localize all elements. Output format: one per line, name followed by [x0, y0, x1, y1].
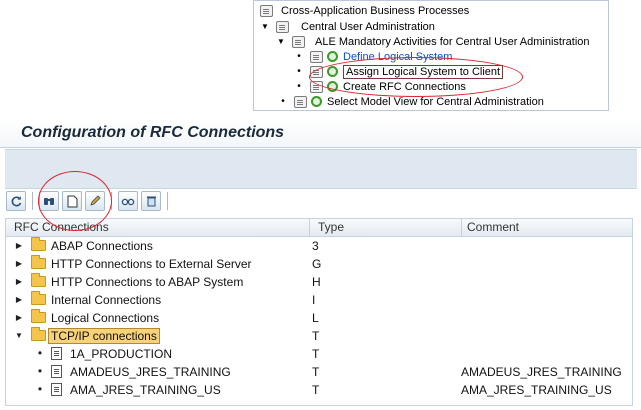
- bullet-icon: •: [37, 364, 43, 378]
- toolbar-separator: [32, 192, 33, 210]
- delete-icon[interactable]: [141, 191, 161, 211]
- tree-node-central-user-admin[interactable]: ▼ Central User Administration: [260, 19, 435, 34]
- folder-icon: [31, 255, 46, 269]
- refresh-icon[interactable]: [6, 191, 26, 211]
- expand-arrow-icon[interactable]: ▶: [14, 277, 24, 286]
- table-row[interactable]: ▶ Internal Connections I: [6, 291, 632, 309]
- documentation-icon[interactable]: [260, 4, 273, 17]
- documentation-icon[interactable]: [292, 35, 305, 48]
- column-divider[interactable]: [461, 219, 462, 236]
- folder-icon: [31, 273, 46, 287]
- expand-arrow-icon[interactable]: ▶: [14, 259, 24, 268]
- document-icon: [51, 383, 62, 396]
- tree-node-cross-application[interactable]: Cross-Application Business Processes: [260, 3, 469, 18]
- connection-type: H: [312, 275, 321, 289]
- collapse-arrow-icon[interactable]: ▼: [260, 22, 270, 31]
- page-title: Configuration of RFC Connections: [21, 124, 285, 141]
- table-row[interactable]: • AMADEUS_JRES_TRAINING T AMADEUS_JRES_T…: [6, 363, 632, 381]
- rfc-connections-tree: RFC Connections Type Comment ▶ ABAP Conn…: [5, 218, 633, 406]
- bullet-icon: •: [37, 346, 43, 360]
- column-header-comment[interactable]: Comment: [467, 220, 519, 235]
- expand-arrow-icon[interactable]: ▶: [14, 313, 24, 322]
- collapse-arrow-icon[interactable]: ▼: [14, 331, 24, 340]
- connection-name[interactable]: AMA_JRES_TRAINING_US: [70, 383, 221, 397]
- collapse-arrow-icon[interactable]: ▼: [276, 37, 286, 46]
- bullet-icon: •: [297, 66, 301, 77]
- expand-arrow-icon[interactable]: ▶: [14, 241, 24, 250]
- tree-node-label: Cross-Application Business Processes: [281, 4, 470, 17]
- column-header-type[interactable]: Type: [318, 220, 344, 235]
- tree-node-ale-mandatory[interactable]: ▼ ALE Mandatory Activities for Central U…: [276, 34, 590, 49]
- expand-arrow-icon[interactable]: ▶: [14, 295, 24, 304]
- bullet-icon: •: [297, 81, 301, 92]
- folder-icon: [31, 291, 46, 305]
- connection-comment: AMADEUS_JRES_TRAINING: [461, 365, 622, 379]
- connection-name[interactable]: ABAP Connections: [51, 239, 153, 253]
- connection-name[interactable]: TCP/IP connections: [48, 328, 160, 344]
- tree-node-label: Central User Administration: [301, 20, 435, 33]
- title-bar: Configuration of RFC Connections: [0, 119, 641, 147]
- tree-node-label: ALE Mandatory Activities for Central Use…: [315, 35, 590, 48]
- table-row[interactable]: • 1A_PRODUCTION T: [6, 345, 632, 363]
- document-icon: [51, 365, 62, 378]
- column-divider[interactable]: [309, 219, 310, 236]
- folder-icon: [31, 237, 46, 251]
- tree-node-label[interactable]: Select Model View for Central Administra…: [327, 96, 544, 108]
- table-row[interactable]: ▶ HTTP Connections to ABAP System H: [6, 273, 632, 291]
- document-icon: [51, 347, 62, 360]
- table-row[interactable]: ▶ Logical Connections L: [6, 309, 632, 327]
- table-row[interactable]: ▶ ABAP Connections 3: [6, 237, 632, 255]
- connection-type: I: [312, 293, 316, 307]
- connection-type: T: [312, 329, 320, 343]
- display-icon[interactable]: [118, 191, 138, 211]
- connection-name[interactable]: Internal Connections: [51, 293, 161, 307]
- table-row-selected[interactable]: ▼ TCP/IP connections T: [6, 327, 632, 345]
- table-row[interactable]: ▶ HTTP Connections to External Server G: [6, 255, 632, 273]
- execute-activity-icon[interactable]: [311, 96, 322, 107]
- connection-type: 3: [312, 239, 319, 253]
- connection-comment: AMA_JRES_TRAINING_US: [461, 383, 612, 397]
- bullet-icon: •: [297, 51, 301, 62]
- open-folder-icon: [31, 327, 46, 341]
- toolbar-separator: [167, 192, 168, 210]
- folder-icon: [31, 309, 46, 323]
- documentation-icon[interactable]: [294, 95, 307, 108]
- connection-name[interactable]: Logical Connections: [51, 311, 159, 325]
- documentation-icon[interactable]: [310, 50, 323, 63]
- execute-activity-icon[interactable]: [327, 51, 338, 62]
- connection-name[interactable]: 1A_PRODUCTION: [70, 347, 172, 361]
- connection-type: L: [312, 311, 319, 325]
- annotation-circle: [38, 171, 112, 231]
- annotation-ellipse: [309, 57, 523, 97]
- bullet-icon: •: [37, 382, 43, 396]
- connection-name[interactable]: HTTP Connections to ABAP System: [51, 275, 243, 289]
- connection-type: T: [312, 347, 320, 361]
- title-divider: [0, 147, 641, 148]
- connection-name[interactable]: HTTP Connections to External Server: [51, 257, 252, 271]
- documentation-icon[interactable]: [276, 20, 289, 33]
- connection-type: T: [312, 383, 320, 397]
- connection-type: T: [312, 365, 320, 379]
- bullet-icon: •: [281, 96, 285, 107]
- connection-type: G: [312, 257, 322, 271]
- table-row[interactable]: • AMA_JRES_TRAINING_US T AMA_JRES_TRAINI…: [6, 381, 632, 399]
- connection-name[interactable]: AMADEUS_JRES_TRAINING: [70, 365, 231, 379]
- sap-window: Configuration of RFC Connections RFC Con…: [0, 119, 641, 410]
